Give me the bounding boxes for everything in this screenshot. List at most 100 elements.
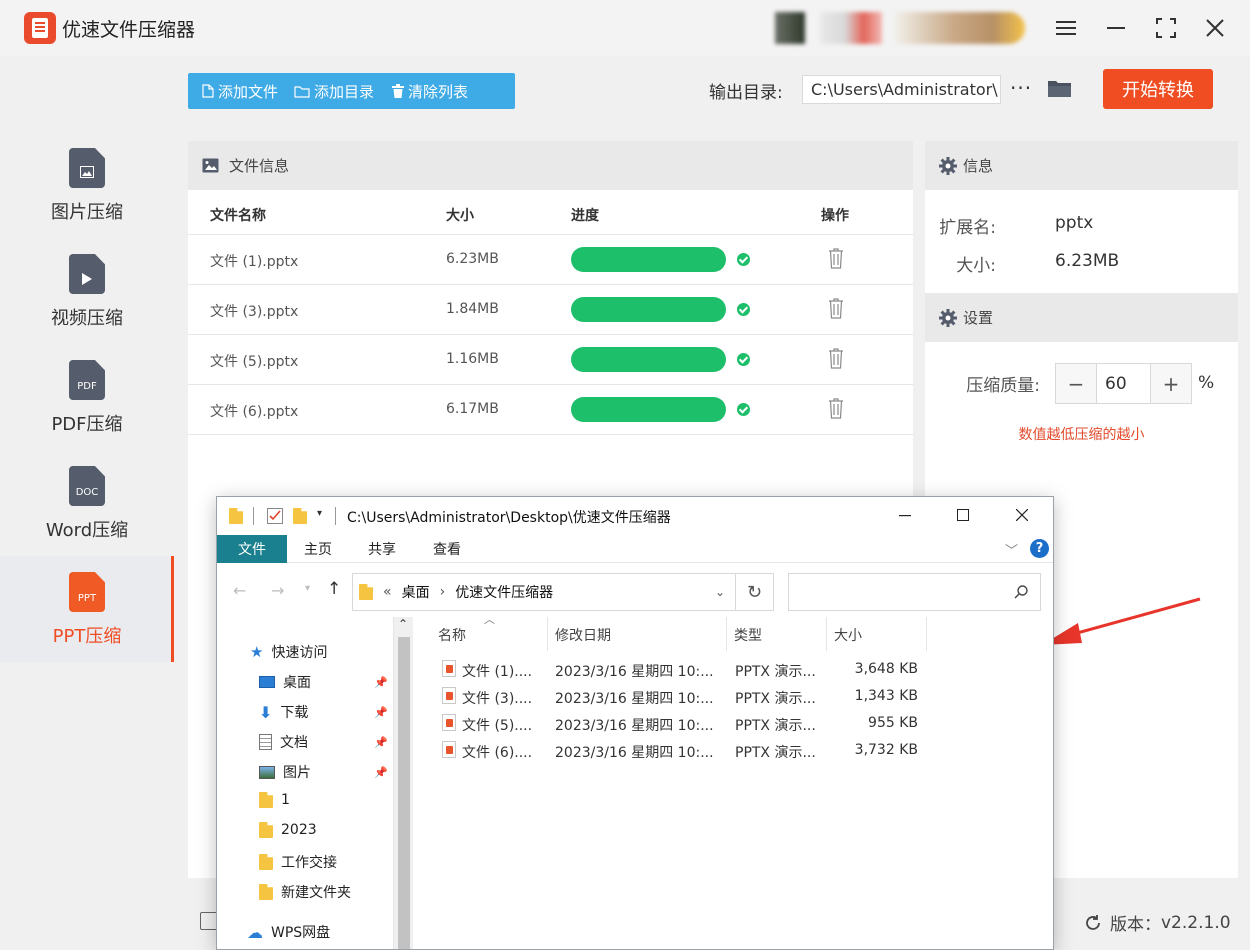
open-folder-icon[interactable] [1047, 78, 1073, 98]
minimize-icon[interactable] [899, 515, 911, 517]
download-icon: ⬇ [259, 702, 273, 722]
tab-file[interactable]: 文件 [217, 535, 287, 563]
col-header-type[interactable]: 类型 [734, 625, 762, 653]
delete-icon[interactable] [828, 297, 844, 319]
add-folder-button[interactable]: 添加目录 [288, 73, 384, 109]
tab-view[interactable]: 查看 [433, 535, 461, 563]
start-convert-button[interactable]: 开始转换 [1103, 69, 1213, 109]
nav-wps-cloud[interactable]: ☁ WPS网盘 [247, 922, 330, 942]
col-header-name[interactable]: 名称 [438, 625, 466, 653]
tab-home[interactable]: 主页 [304, 535, 332, 563]
table-row[interactable]: 文件 (5).pptx 1.16MB [188, 335, 913, 385]
col-header-size[interactable]: 大小 [834, 625, 862, 653]
nav-folder-1[interactable]: 1 [259, 792, 290, 808]
quality-label: 压缩质量: [966, 376, 1040, 396]
output-dir-label: 输出目录: [709, 83, 783, 103]
pin-icon[interactable]: 📌 [374, 736, 388, 749]
blurred-username [820, 12, 882, 44]
menu-icon[interactable] [1051, 13, 1081, 43]
scroll-up-icon[interactable]: ⌃ [398, 617, 408, 631]
add-folder-label: 添加目录 [314, 82, 375, 101]
address-bar[interactable]: « 桌面 › 优速文件压缩器 ⌄ [352, 573, 736, 611]
add-file-button[interactable]: 添加文件 [188, 73, 288, 109]
tab-share[interactable]: 共享 [368, 535, 396, 563]
maximize-icon[interactable] [1151, 13, 1181, 43]
clear-list-button[interactable]: 清除列表 [384, 73, 478, 109]
minimize-icon[interactable] [1101, 13, 1131, 43]
new-folder-icon[interactable] [293, 508, 307, 524]
pin-icon[interactable]: 📌 [374, 766, 388, 779]
nav-label: 2023 [281, 822, 317, 838]
nav-folder-2023[interactable]: 2023 [259, 822, 317, 838]
quality-input[interactable]: 60 [1096, 364, 1151, 403]
progress-fill [571, 397, 726, 422]
pin-icon[interactable]: 📌 [374, 676, 388, 689]
search-input[interactable] [788, 573, 1041, 611]
nav-documents[interactable]: 文档 [259, 732, 308, 752]
blurred-avatar[interactable] [775, 12, 805, 44]
blurred-account-info[interactable] [895, 12, 1025, 44]
doc-file-icon: DOC [69, 466, 105, 506]
file-row[interactable]: 文件 (6).... 2023/3/16 星期四 10:... PPTX 演示.… [438, 738, 1038, 765]
progress-bar [571, 397, 726, 422]
progress-bar [571, 297, 726, 322]
col-header-date[interactable]: 修改日期 [555, 625, 611, 653]
close-icon[interactable] [1016, 509, 1028, 521]
file-date: 2023/3/16 星期四 10:... [555, 718, 714, 734]
up-icon[interactable]: ↑ [327, 579, 341, 599]
sidebar-item-image[interactable]: 图片压缩 [0, 132, 174, 238]
output-dir-input[interactable]: C:\Users\Administrator\ [802, 75, 1001, 104]
delete-icon[interactable] [828, 347, 844, 369]
file-row[interactable]: 文件 (5).... 2023/3/16 星期四 10:... PPTX 演示.… [438, 711, 1038, 738]
delete-icon[interactable] [828, 247, 844, 269]
gear-icon [939, 156, 957, 175]
table-row[interactable]: 文件 (3).pptx 1.84MB [188, 285, 913, 335]
pin-icon[interactable]: 📌 [374, 706, 388, 719]
more-options-button[interactable]: ··· [1010, 76, 1032, 100]
sidebar-item-pdf[interactable]: PDF PDF压缩 [0, 344, 174, 450]
properties-icon[interactable] [267, 508, 283, 524]
nav-downloads[interactable]: ⬇ 下载 [259, 702, 308, 722]
decrease-button[interactable]: − [1056, 364, 1096, 403]
file-size: 6.23MB [446, 251, 499, 267]
increase-button[interactable]: + [1151, 364, 1191, 403]
delete-icon[interactable] [828, 397, 844, 419]
refresh-button[interactable]: ↻ [736, 573, 774, 611]
maximize-icon[interactable] [957, 509, 969, 521]
col-header-name: 文件名称 [210, 208, 266, 224]
sidebar-item-video[interactable]: 视频压缩 [0, 238, 174, 344]
close-icon[interactable] [1200, 13, 1230, 43]
scroll-thumb[interactable] [398, 637, 410, 949]
forward-icon[interactable]: → [271, 581, 284, 600]
help-icon[interactable]: ? [1030, 539, 1049, 558]
nav-desktop[interactable]: 桌面 [259, 672, 311, 692]
nav-folder-handover[interactable]: 工作交接 [259, 852, 337, 872]
back-icon[interactable]: ← [233, 581, 246, 600]
search-icon [1014, 585, 1028, 599]
breadcrumb-current[interactable]: 优速文件压缩器 [455, 582, 553, 602]
folder-icon [259, 822, 273, 838]
nav-folder-new[interactable]: 新建文件夹 [259, 882, 351, 902]
column-divider [547, 617, 548, 651]
nav-scrollbar[interactable]: ⌃ [393, 617, 413, 949]
explorer-path-title: C:\Users\Administrator\Desktop\优速文件压缩器 [347, 510, 671, 526]
pptx-file-icon [442, 714, 456, 731]
app-logo-icon [24, 12, 56, 44]
sidebar-item-ppt[interactable]: PPT PPT压缩 [0, 556, 174, 662]
nav-pictures[interactable]: 图片 [259, 762, 311, 782]
chevron-down-icon[interactable]: ⌄ [715, 585, 725, 599]
file-row[interactable]: 文件 (1).... 2023/3/16 星期四 10:... PPTX 演示.… [438, 657, 1038, 684]
quick-access-dropdown[interactable]: ▾ [317, 508, 322, 519]
table-row[interactable]: 文件 (6).pptx 6.17MB [188, 385, 913, 435]
nav-quick-access[interactable]: ★ 快速访问 [250, 642, 327, 662]
sidebar-item-word[interactable]: DOC Word压缩 [0, 450, 174, 556]
recent-dropdown-icon[interactable]: ▾ [305, 583, 310, 594]
document-icon [259, 734, 272, 750]
breadcrumb-desktop[interactable]: 桌面 [402, 582, 430, 602]
folder-icon [259, 854, 273, 870]
ribbon-expand-icon[interactable]: ﹀ [1005, 540, 1018, 559]
app-title: 优速文件压缩器 [62, 19, 196, 41]
file-name: 文件 (1).pptx [210, 254, 299, 270]
file-row[interactable]: 文件 (3).... 2023/3/16 星期四 10:... PPTX 演示.… [438, 684, 1038, 711]
table-row[interactable]: 文件 (1).pptx 6.23MB [188, 235, 913, 285]
